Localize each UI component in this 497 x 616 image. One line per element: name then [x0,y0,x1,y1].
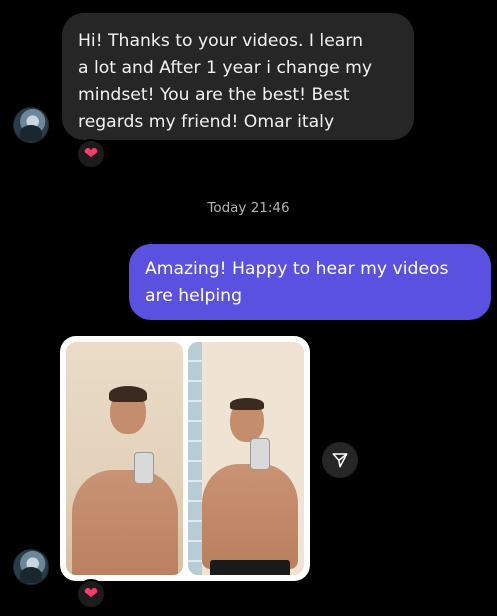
after-photo [187,342,304,575]
share-button[interactable] [322,442,358,478]
sender-avatar[interactable] [13,549,49,585]
message-line: Amazing! Happy to hear my videos [145,259,449,279]
heart-icon: ❤ [83,143,99,164]
message-timestamp: Today 21:46 [207,200,290,216]
outgoing-message-bubble[interactable]: Amazing! Happy to hear my videos are hel… [129,244,491,320]
reaction-badge[interactable]: ❤ [76,139,106,169]
before-photo [66,342,183,575]
heart-icon: ❤ [83,583,99,604]
message-line: are helping [145,286,242,306]
sender-avatar[interactable] [13,107,49,143]
message-line: a lot and After 1 year i change my [78,58,373,78]
incoming-message-bubble[interactable]: Hi! Thanks to your videos. I learn a lot… [62,13,414,140]
message-line: mindset! You are the best! Best [78,85,350,105]
message-line: Hi! Thanks to your videos. I learn [78,31,363,51]
send-icon [332,453,348,468]
reaction-badge[interactable]: ❤ [76,579,106,609]
message-line: regards my friend! Omar italy [78,112,335,132]
photo-message[interactable] [60,336,310,581]
